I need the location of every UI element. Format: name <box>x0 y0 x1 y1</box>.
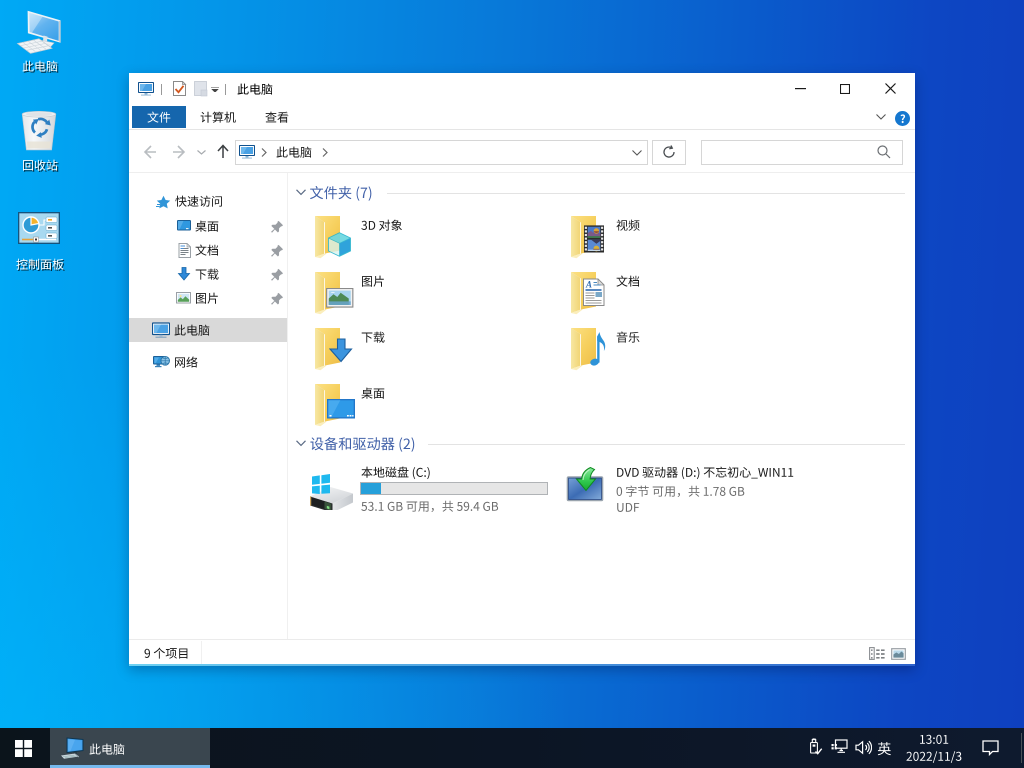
svg-text:A: A <box>585 280 592 290</box>
